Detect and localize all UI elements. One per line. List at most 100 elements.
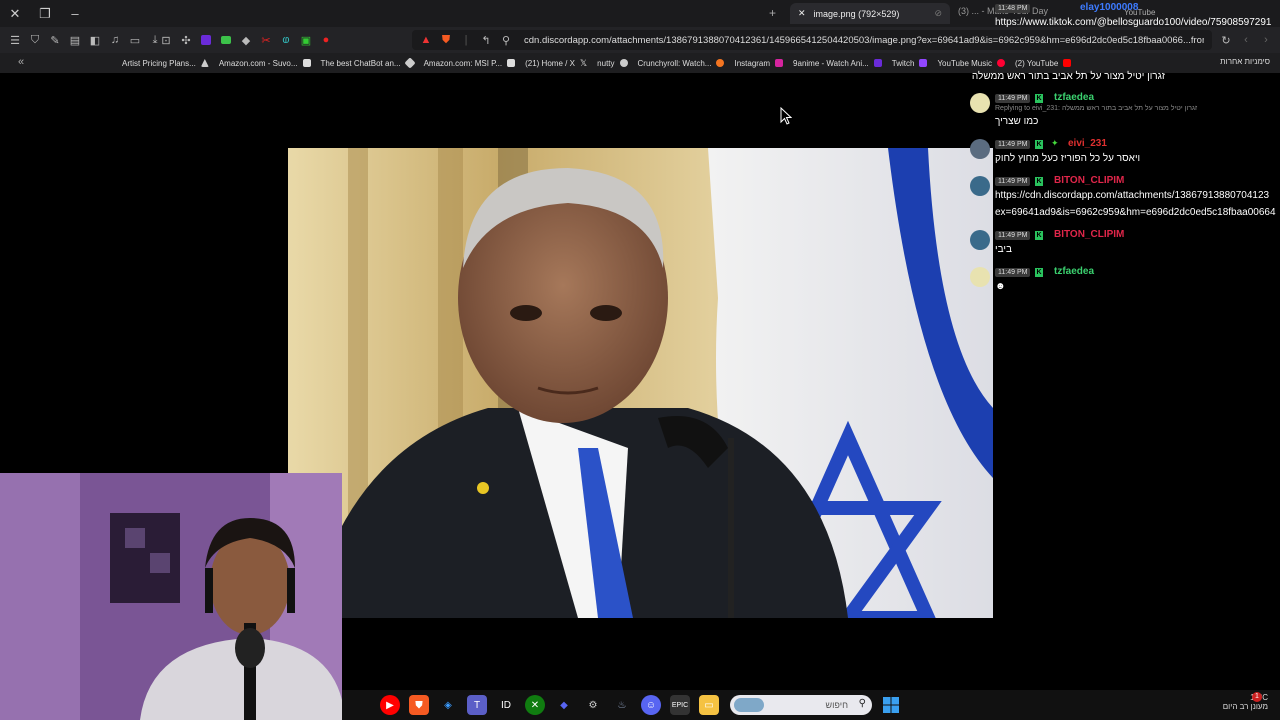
search-input[interactable]: חיפוש ⚲ <box>730 695 872 715</box>
extension-record-icon[interactable]: ● <box>316 27 336 53</box>
minimize-window-icon[interactable]: – <box>60 0 90 27</box>
avatar <box>970 139 990 159</box>
chat-link[interactable]: https://cdn.discordapp.com/attachments/1… <box>995 190 1269 201</box>
url-text[interactable]: cdn.discordapp.com/attachments/138679138… <box>524 35 1204 46</box>
tab-close-icon[interactable]: ✕ <box>798 8 806 19</box>
search-icon[interactable]: ⚲ <box>496 27 516 53</box>
extension-purple-icon[interactable] <box>196 27 216 53</box>
bookmark-item[interactable]: Artist Pricing Plans... <box>122 59 209 68</box>
moderator-badge-icon: K <box>1035 268 1043 277</box>
reply-context: Replying to eivi_231: זגרון יטיל מצור על… <box>995 105 1198 112</box>
bookmark-item[interactable]: Instagram <box>734 59 784 68</box>
brave-shield-icon[interactable]: ⛊ <box>436 27 456 53</box>
extensions-icon[interactable]: ✣ <box>176 27 196 53</box>
app-diamond-icon[interactable]: ◆ <box>554 695 574 715</box>
shield-icon[interactable]: ⛉ <box>25 27 45 53</box>
reader-icon[interactable]: ↰ <box>476 27 496 53</box>
new-tab-button[interactable]: + <box>769 6 776 20</box>
chat-username: BITON_CLIPIM <box>1054 229 1125 240</box>
music-icon[interactable]: ♫ <box>105 27 125 53</box>
photo-illustration <box>288 148 993 618</box>
moderator-badge-icon: K <box>1035 177 1043 186</box>
mouse-cursor-icon <box>780 107 792 125</box>
steam-icon[interactable]: ♨ <box>612 695 632 715</box>
webcam-feed <box>0 473 342 720</box>
webcam-illustration <box>0 473 342 720</box>
youtube-app-icon[interactable]: ▶ <box>380 695 400 715</box>
bookmark-icon <box>507 59 516 67</box>
epic-games-icon[interactable]: EPIC <box>670 695 690 715</box>
bookmark-item[interactable]: Twitch <box>892 59 928 68</box>
bookmark-item[interactable]: Amazon.com: MSI P... <box>424 59 516 68</box>
windows-start-icon[interactable] <box>882 696 900 714</box>
collapse-sidebar-icon[interactable]: « <box>18 56 24 68</box>
chat-link[interactable]: https://www.tiktok.com/@bellosguardo100/… <box>995 17 1271 28</box>
bookmark-item[interactable]: (2) YouTube <box>1015 59 1072 68</box>
restore-window-icon[interactable]: ❐ <box>30 0 60 27</box>
close-window-icon[interactable]: ✕ <box>0 0 30 27</box>
search-placeholder: חיפוש <box>825 700 848 710</box>
address-bar[interactable]: ▲ ⛊ | ↰ ⚲ cdn.discordapp.com/attachments… <box>412 30 1212 50</box>
extension-check-icon[interactable]: ▣ <box>296 27 316 53</box>
bookmark-icon <box>873 59 882 67</box>
youtube-music-icon <box>997 59 1006 67</box>
bookmark-item[interactable]: Crunchyroll: Watch... <box>638 59 725 68</box>
sidebar-icon[interactable]: ◧ <box>85 27 105 53</box>
extension-red-icon[interactable]: ✂ <box>256 27 276 53</box>
app-gear-icon[interactable]: ⚙ <box>583 695 603 715</box>
twitch-icon <box>919 59 928 67</box>
brave-browser-icon[interactable]: ⛊ <box>409 695 429 715</box>
bookmark-item[interactable]: YouTube Music <box>937 59 1006 68</box>
weather-description: מעונן רב היום <box>1222 702 1268 711</box>
bookmarks-bar: « Artist Pricing Plans... Amazon.com - S… <box>0 53 1280 73</box>
avatar <box>970 230 990 250</box>
chat-username: tzfaedea <box>1054 266 1095 277</box>
message-time: 11:48 PM <box>995 4 1031 13</box>
extension-diamond-icon[interactable]: ◆ <box>236 27 256 53</box>
chat-message-text: כמו שצריך <box>995 116 1039 127</box>
message-time: 11:49 PM <box>995 177 1031 186</box>
app-icon[interactable]: ◈ <box>438 695 458 715</box>
bookmark-item[interactable]: The best ChatBot an... <box>321 57 416 69</box>
chat-message-text: ביבי <box>995 244 1012 255</box>
chat-message-text: זגרון יטיל מצור על תל אביב בתור ראש ממשל… <box>971 71 1165 82</box>
bookmark-icon <box>403 57 416 69</box>
chat-username: eivi_231 <box>1068 138 1107 149</box>
other-bookmarks[interactable]: סימניות אחרות <box>1220 57 1270 66</box>
message-time: 11:49 PM <box>995 231 1031 240</box>
tab-active[interactable]: ✕ image.png (792×529) ⊘ <box>790 3 950 24</box>
message-time: 11:49 PM <box>995 268 1031 277</box>
separator-icon: | <box>464 34 468 46</box>
chat-link-continued[interactable]: ex=69641ad9&is=6962c959&hm=e696d2dc0ed5c… <box>995 207 1276 218</box>
moderator-badge-icon: K <box>1035 94 1043 103</box>
extension-translate-icon[interactable]: ⱷ <box>276 27 296 53</box>
bookmark-item[interactable]: (21) Home / X𝕏 <box>525 58 587 69</box>
pen-icon[interactable]: ✎ <box>45 27 65 53</box>
bookmark-item[interactable]: Amazon.com - Suvo... <box>219 59 311 68</box>
bookmark-item[interactable]: nutty <box>597 59 628 68</box>
xbox-icon[interactable]: ✕ <box>525 695 545 715</box>
emote-icon: ☻ <box>995 281 1006 292</box>
notification-badge[interactable]: 1 <box>1252 692 1262 702</box>
tab-mute-icon[interactable]: ⊘ <box>934 8 942 19</box>
teams-icon[interactable]: T <box>467 695 487 715</box>
bookmark-item[interactable]: 9anime - Watch Ani... <box>793 59 882 68</box>
tabs-icon[interactable]: ▤ <box>65 27 85 53</box>
avatar <box>970 93 990 113</box>
avatar <box>970 176 990 196</box>
chat-username: tzfaedea <box>1054 92 1095 103</box>
id-app-icon[interactable]: ID <box>496 695 516 715</box>
moderator-badge-icon: K <box>1035 140 1043 149</box>
screenshot-icon[interactable]: ⊡ <box>156 27 176 53</box>
discord-icon[interactable]: ☺ <box>641 695 661 715</box>
image-viewer[interactable] <box>288 148 993 618</box>
warning-icon[interactable]: ▲ <box>416 27 436 53</box>
bookmark-icon <box>619 59 628 67</box>
extension-green-icon[interactable] <box>216 27 236 53</box>
avatar <box>970 267 990 287</box>
crunchyroll-icon <box>716 59 725 67</box>
wallet-icon[interactable]: ▭ <box>125 27 145 53</box>
file-explorer-icon[interactable]: ▭ <box>699 695 719 715</box>
menu-icon[interactable]: ☰ <box>5 27 25 53</box>
youtube-icon <box>1063 59 1072 67</box>
